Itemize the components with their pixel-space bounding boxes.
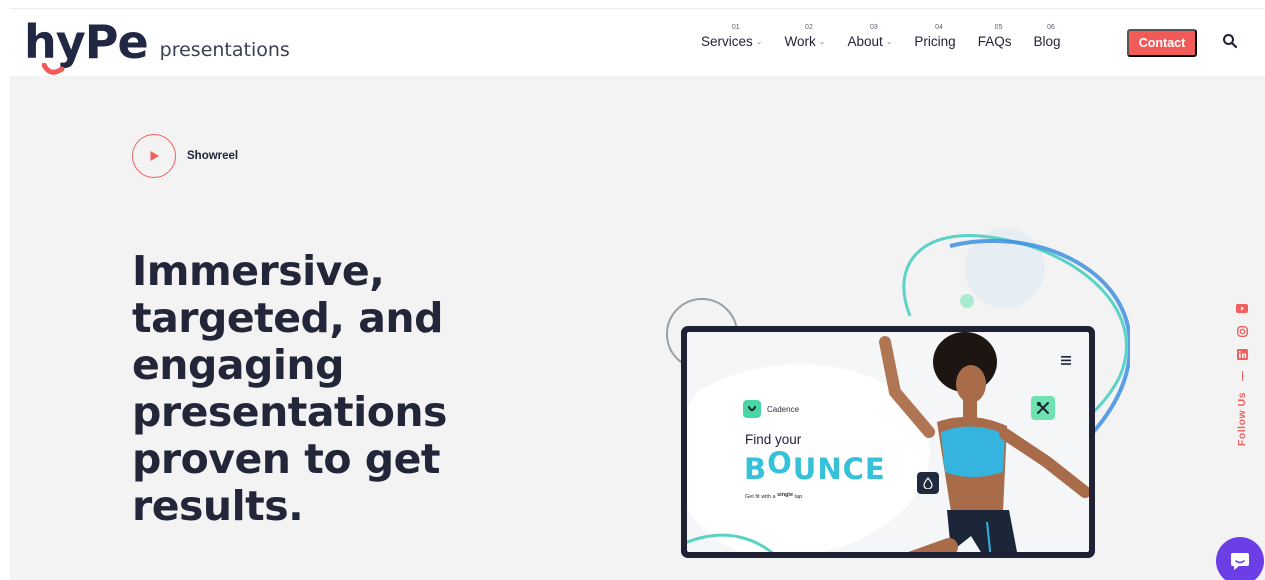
tagline-part: single (777, 492, 794, 498)
mockup-tagline: Get fit with a single tap (745, 492, 803, 500)
nav-label: Blog (1033, 34, 1061, 49)
instagram-icon[interactable] (1236, 325, 1248, 337)
search-icon[interactable] (1222, 33, 1242, 53)
nav-item-services[interactable]: 01 Services ⌄ (690, 23, 773, 51)
chevron-down-icon: ⌄ (885, 37, 893, 46)
follow-divider (1241, 371, 1243, 381)
fitness-tools-icon (1031, 396, 1055, 420)
nav-label: Work (784, 34, 816, 49)
logo-mark: hyPe (24, 15, 149, 69)
nav-item-pricing[interactable]: 04 Pricing (903, 23, 966, 51)
contact-button[interactable]: Contact (1127, 29, 1197, 57)
bounce-letter: O (767, 446, 793, 480)
nav-label: FAQs (977, 34, 1012, 49)
nav-label: About (847, 34, 883, 49)
laptop-mockup: Cadence Find your BOUNCE Get fit with a … (681, 326, 1095, 558)
athlete-illustration (879, 332, 1089, 552)
nav-label: Services (701, 34, 753, 49)
nav-number: 01 (731, 24, 740, 31)
headline-line: targeted, and (132, 294, 443, 342)
headline-line: Immersive, (132, 247, 385, 295)
mockup-screen: Cadence Find your BOUNCE Get fit with a … (687, 332, 1089, 552)
mockup-find-text: Find your (745, 432, 802, 447)
mockup-brand: Cadence (743, 400, 799, 418)
headline-line: proven to get (132, 435, 441, 483)
nav-item-blog[interactable]: 06 Blog (1022, 23, 1071, 51)
cadence-logo-icon (743, 400, 761, 418)
hero-graphic: Cadence Find your BOUNCE Get fit with a … (650, 226, 1130, 580)
tagline-part: tap (794, 494, 803, 500)
follow-us-label: Follow Us (1236, 392, 1248, 447)
nav-number: 03 (870, 24, 878, 31)
chevron-down-icon: ⌄ (755, 37, 763, 46)
bounce-letter: B (744, 452, 768, 486)
nav-number: 06 (1047, 24, 1055, 31)
hero-headline: Immersive, targeted, and engaging presen… (132, 248, 512, 530)
mockup-bounce-text: BOUNCE (744, 446, 886, 486)
logo-swoosh-icon (42, 63, 65, 75)
mockup-brand-name: Cadence (767, 404, 800, 414)
youtube-icon[interactable] (1236, 302, 1248, 314)
play-icon (132, 134, 176, 178)
headline-line: results. (132, 482, 304, 530)
tagline-part: Get fit with a (745, 494, 776, 500)
headline-line: presentations (132, 388, 447, 436)
headline-line: engaging (132, 341, 344, 389)
site-header: hyPe presentations 01 Services ⌄ 02 Work ⌄… (10, 8, 1265, 76)
nav-number: 04 (935, 24, 943, 31)
social-rail: Follow Us (1234, 302, 1250, 446)
nav-item-about[interactable]: 03 About ⌄ (836, 23, 903, 51)
nav-number: 05 (994, 24, 1003, 31)
nav-item-faqs[interactable]: 05 FAQs (967, 23, 1023, 51)
logo-wordmark: presentations (159, 39, 290, 61)
water-drop-icon (917, 472, 939, 494)
showreel-button[interactable]: Showreel (132, 134, 238, 178)
nav-label: Pricing (914, 34, 956, 49)
hero-section: Showreel Immersive, targeted, and engagi… (10, 76, 1265, 580)
nav-item-work[interactable]: 02 Work ⌄ (773, 23, 836, 51)
logo[interactable]: hyPe presentations (24, 13, 290, 75)
chevron-down-icon: ⌄ (818, 37, 826, 46)
nav-number: 02 (805, 24, 813, 31)
main-nav: 01 Services ⌄ 02 Work ⌄ 03 About ⌄ 04 Prici… (690, 23, 1071, 51)
showreel-label: Showreel (187, 150, 239, 162)
chat-bubble-icon[interactable] (1216, 537, 1264, 580)
linkedin-icon[interactable] (1236, 348, 1248, 360)
